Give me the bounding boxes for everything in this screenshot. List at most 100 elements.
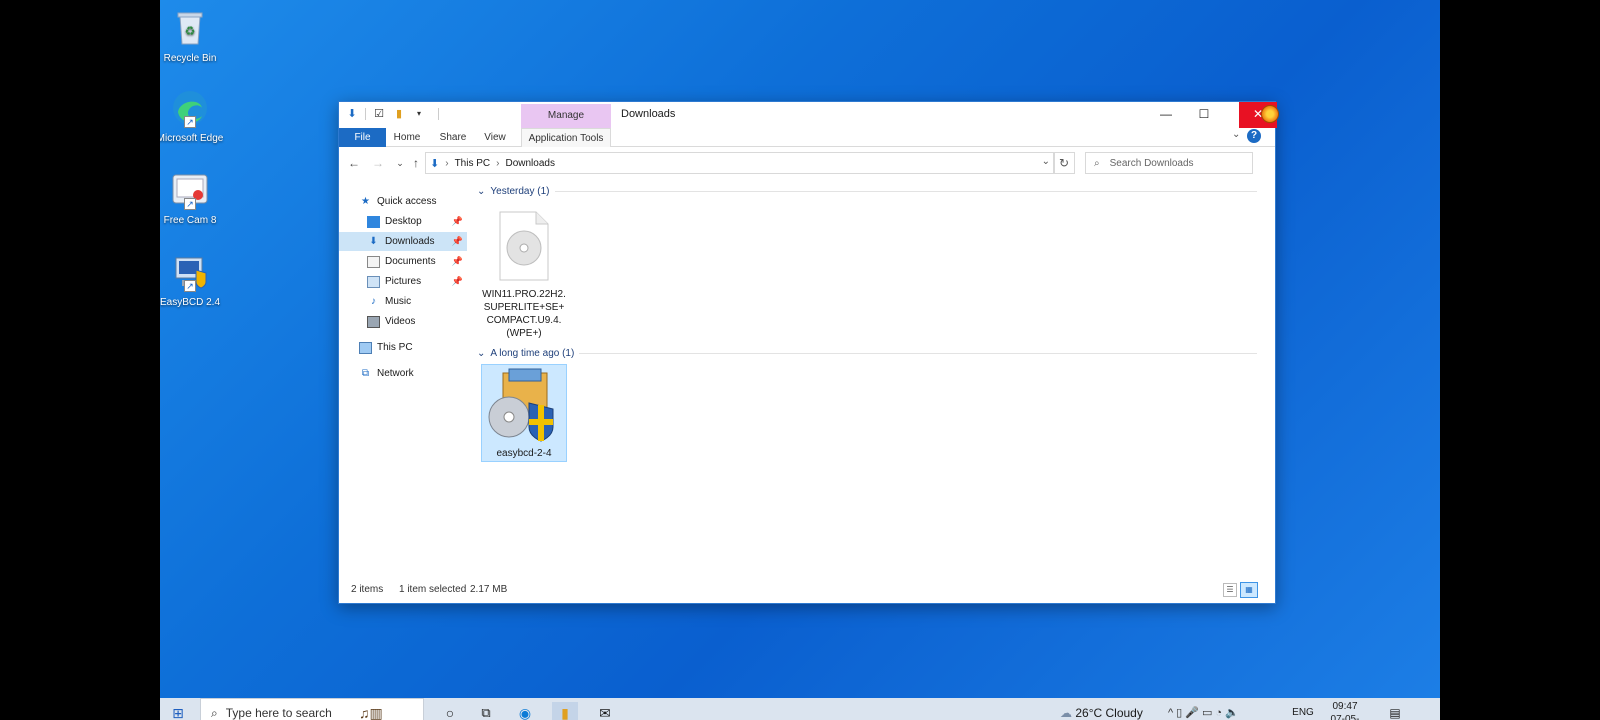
desktop-icon-edge[interactable]: ↗ Microsoft Edge [160, 88, 225, 145]
title-bar[interactable]: ⬇ ☑ ▮ ▾ Manage Downloads — ☐ ✕ [339, 102, 1279, 128]
navigation-bar: ← → ⌄ ↑ ⬇ › This PC › Downloads ⌄ ↻ ⌕ Se… [339, 150, 1275, 176]
chevron-right-icon[interactable]: › [445, 158, 448, 169]
svg-text:♻: ♻ [185, 24, 196, 38]
maximize-button[interactable]: ☐ [1185, 102, 1223, 128]
up-arrow-icon[interactable]: ↑ [407, 154, 425, 172]
mail-app-taskbar-icon[interactable]: ✉ [594, 702, 616, 720]
battery-icon[interactable]: ▭ [1202, 707, 1215, 719]
status-size: 2.17 MB [470, 584, 508, 595]
clock[interactable]: 09:47 07-05-2023 [1320, 698, 1370, 720]
sidebar-item-network[interactable]: ⧉ Network [339, 364, 467, 383]
file-explorer-window: ⬇ ☑ ▮ ▾ Manage Downloads — ☐ ✕ File Home… [338, 101, 1279, 604]
group-header-label: A long time ago (1) [490, 348, 575, 359]
sidebar-item-label: Pictures [385, 276, 422, 287]
edge-icon: ↗ [170, 88, 210, 128]
search-placeholder: Search Downloads [1109, 157, 1194, 169]
file-item-easybcd[interactable]: easybcd-2-4 [481, 364, 567, 462]
pictures-icon [367, 275, 380, 288]
sidebar-item-quick-access[interactable]: ★ Quick access [339, 192, 467, 211]
pin-icon[interactable]: 📌 [452, 212, 463, 231]
recycle-bin-icon: ♻ [170, 8, 210, 48]
manage-context-tab[interactable]: Manage [521, 104, 611, 128]
sidebar-item-videos[interactable]: Videos [339, 312, 467, 331]
tab-share[interactable]: Share [433, 128, 473, 147]
tab-file[interactable]: File [339, 128, 386, 147]
address-bar[interactable]: ⬇ › This PC › Downloads ⌄ [425, 152, 1055, 174]
minimize-button[interactable]: — [1147, 102, 1185, 128]
window-title: Downloads [621, 108, 676, 120]
pin-icon[interactable]: 📌 [452, 272, 463, 291]
sidebar-item-this-pc[interactable]: This PC [339, 338, 467, 357]
new-folder-icon[interactable]: ▮ [392, 107, 406, 121]
volume-icon[interactable]: 🔈 [1225, 707, 1242, 719]
desktop-folder-icon [367, 215, 380, 228]
file-name: easybcd-2-4 [496, 448, 552, 459]
system-tray[interactable]: ^▯🎤▭◔🔈 [1168, 702, 1288, 720]
desktop: ♻ Recycle Bin ↗ Microsoft Edge ↗ Free Ca… [160, 0, 1440, 720]
chevron-up-icon[interactable]: ^ [1168, 707, 1176, 719]
computer-icon [359, 341, 372, 354]
tab-application-tools[interactable]: Application Tools [521, 128, 611, 147]
task-view-icon[interactable]: ⧉ [476, 702, 496, 720]
installer-package-icon [485, 367, 563, 443]
meet-now-icon[interactable]: ▯ [1176, 707, 1185, 719]
search-input[interactable]: ⌕ Search Downloads [1085, 152, 1253, 174]
notification-center-icon[interactable]: ▤ [1386, 702, 1404, 720]
download-folder-icon: ⬇ [369, 235, 378, 247]
ribbon-tabs: File Home Share View Application Tools ⌄… [339, 128, 1275, 147]
file-item-iso[interactable]: WIN11.PRO.22H2.SUPERLITE+SE+COMPACT.U9.4… [481, 208, 567, 340]
forward-arrow-icon[interactable]: → [369, 154, 387, 172]
file-list: ⌄ Yesterday (1) WIN11.PRO.22H2.SUPERLITE… [471, 182, 1271, 574]
desktop-icon-label: EasyBCD 2.4 [160, 297, 221, 308]
desktop-icon-label: Recycle Bin [163, 53, 217, 64]
star-icon: ★ [361, 195, 370, 207]
input-language[interactable]: ENG [1290, 702, 1316, 720]
clock-time: 09:47 [1332, 701, 1358, 712]
edge-taskbar-icon[interactable]: ◉ [514, 702, 536, 720]
pin-icon[interactable]: 📌 [452, 252, 463, 271]
windows-start-icon[interactable]: ⊞ [170, 702, 186, 720]
chevron-right-icon[interactable]: › [496, 158, 499, 169]
breadcrumb-this-pc[interactable]: This PC [455, 158, 491, 169]
sidebar-item-documents[interactable]: Documents 📌 [339, 252, 467, 271]
download-arrow-icon[interactable]: ⬇ [345, 107, 359, 121]
chevron-down-icon[interactable]: ⌄ [1042, 156, 1050, 167]
help-icon[interactable]: ? [1247, 129, 1261, 143]
refresh-button[interactable]: ↻ [1053, 152, 1075, 174]
microphone-icon[interactable]: 🎤 [1185, 707, 1202, 719]
details-view-icon[interactable]: ☰ [1223, 583, 1237, 597]
desktop-icon-label: Microsoft Edge [160, 133, 224, 144]
qat-customize-icon[interactable]: ▾ [412, 107, 426, 121]
sidebar-item-label: This PC [377, 342, 413, 353]
breadcrumb-downloads[interactable]: Downloads [505, 158, 554, 169]
properties-check-icon[interactable]: ☑ [372, 107, 386, 121]
sidebar-item-downloads[interactable]: ⬇ Downloads 📌 [339, 232, 467, 251]
desktop-icon-recycle-bin[interactable]: ♻ Recycle Bin [160, 8, 225, 65]
sidebar-item-desktop[interactable]: Desktop 📌 [339, 212, 467, 231]
chevron-down-icon[interactable]: ⌄ [1232, 129, 1240, 140]
easybcd-icon: ↗ [170, 252, 210, 292]
cortana-icon[interactable]: ○ [440, 702, 460, 720]
group-header-long-ago[interactable]: ⌄ A long time ago (1) [477, 348, 1257, 359]
desktop-icon-free-cam[interactable]: ↗ Free Cam 8 [160, 170, 225, 227]
sidebar-item-pictures[interactable]: Pictures 📌 [339, 272, 467, 291]
search-icon: ⌕ [211, 706, 218, 720]
sidebar-item-music[interactable]: ♪ Music [339, 292, 467, 311]
group-header-yesterday[interactable]: ⌄ Yesterday (1) [477, 186, 1257, 197]
pin-icon[interactable]: 📌 [452, 232, 463, 251]
taskbar: ⊞ ⌕ Type here to search ♫▥ ○ ⧉ ◉ ▮ ✉ ☁ 26… [160, 698, 1440, 720]
tab-view[interactable]: View [479, 128, 511, 147]
chevron-down-icon: ⌄ [477, 348, 486, 359]
desktop-icon-easybcd[interactable]: ↗ EasyBCD 2.4 [160, 252, 225, 309]
status-item-count: 2 items [351, 584, 384, 595]
wifi-icon[interactable]: ◔ [1215, 707, 1225, 719]
weather-widget[interactable]: ☁ 26°C Cloudy [1060, 702, 1170, 720]
sidebar-item-label: Desktop [385, 216, 422, 227]
file-explorer-taskbar-icon[interactable]: ▮ [552, 702, 578, 720]
tab-home[interactable]: Home [389, 128, 425, 147]
status-selected: 1 item selected [399, 584, 467, 595]
taskbar-search-input[interactable]: ⌕ Type here to search ♫▥ [200, 698, 424, 720]
large-icons-view-icon[interactable]: ▦ [1240, 582, 1258, 598]
sidebar-item-label: Quick access [377, 196, 437, 207]
back-arrow-icon[interactable]: ← [345, 154, 363, 172]
